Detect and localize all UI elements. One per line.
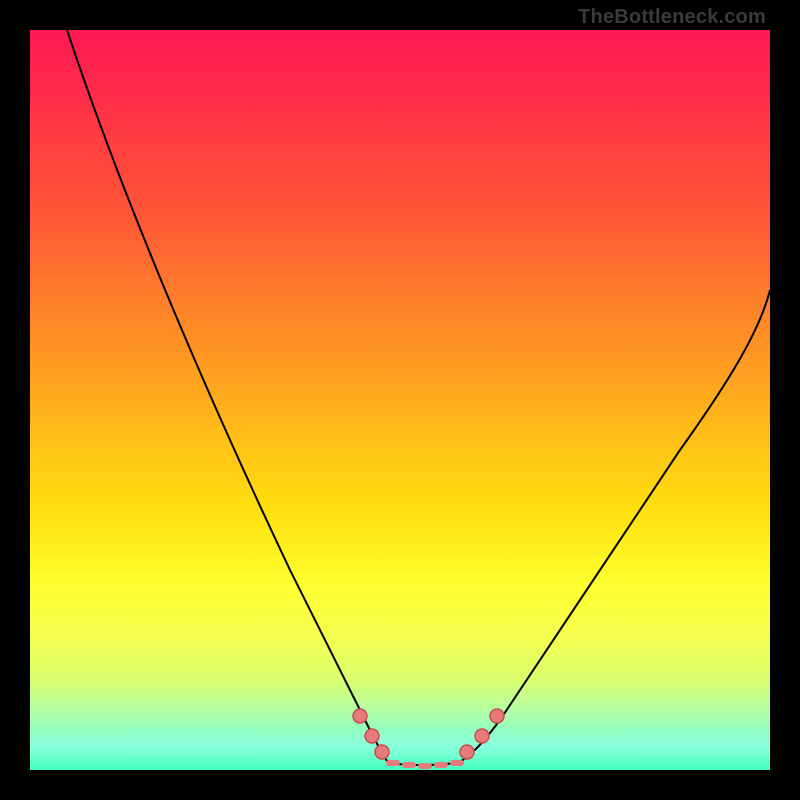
marker-dot [460, 745, 474, 759]
marker-dot [475, 729, 489, 743]
bottleneck-curve [30, 30, 770, 770]
valley-segment [418, 763, 432, 769]
marker-dot [490, 709, 504, 723]
valley-segment [386, 760, 400, 766]
plot-area [30, 30, 770, 770]
valley-segment [402, 762, 416, 768]
marker-dot [365, 729, 379, 743]
valley-segment [450, 760, 464, 766]
valley-segment [434, 762, 448, 768]
valley-floor-marks [386, 760, 464, 769]
curve-left-branch [67, 30, 388, 762]
marker-dots [353, 709, 504, 759]
marker-dot [375, 745, 389, 759]
curve-right-branch [460, 290, 770, 762]
chart-frame: TheBottleneck.com [0, 0, 800, 800]
marker-dot [353, 709, 367, 723]
watermark-text: TheBottleneck.com [578, 6, 766, 29]
